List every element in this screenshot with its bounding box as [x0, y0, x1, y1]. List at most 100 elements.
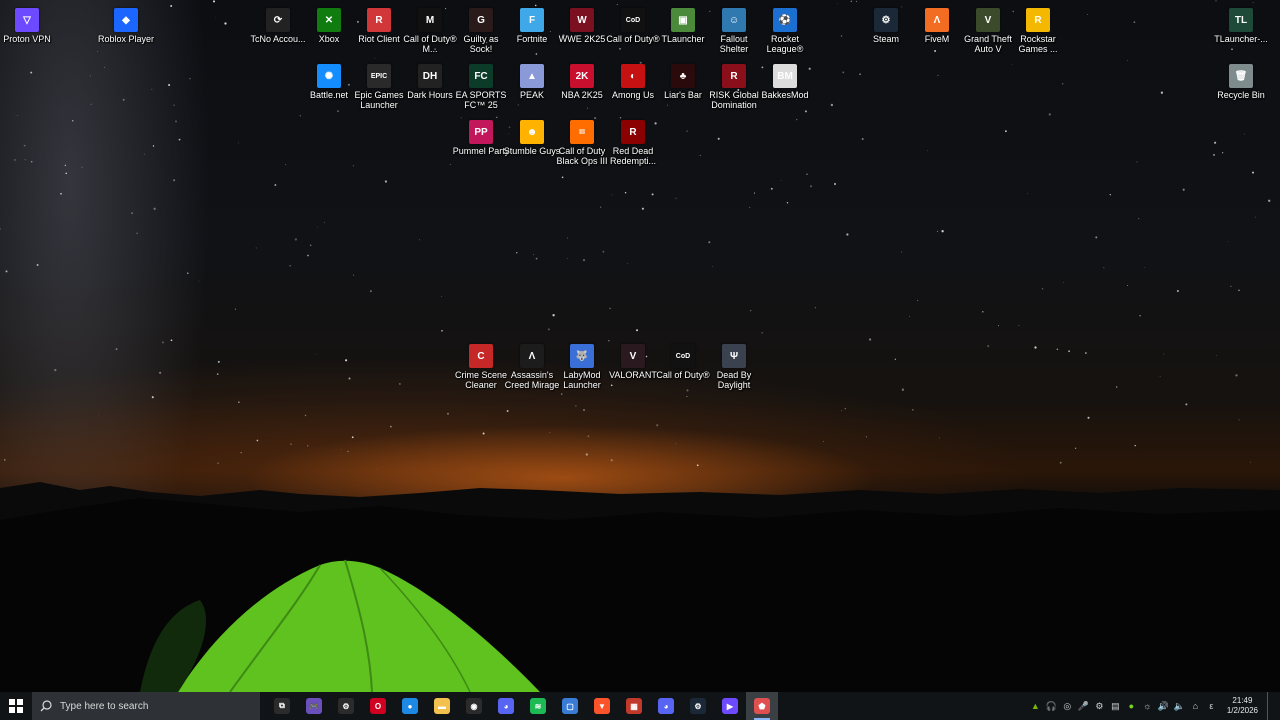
network-icon[interactable]: ▤ — [1109, 700, 1122, 713]
desktop-shortcut[interactable]: ◐ Among Us — [606, 60, 660, 114]
tcno-icon: ⟳ — [266, 8, 290, 32]
desktop-shortcut[interactable]: ▣ TLauncher — [656, 4, 710, 58]
dead-by-daylight-icon: Ψ — [722, 344, 746, 368]
desktop-shortcut[interactable]: ▽ Proton VPN — [0, 4, 54, 58]
desktop-shortcut[interactable]: BM BakkesMod — [758, 60, 812, 114]
desktop-shortcut[interactable]: ✕ Xbox — [302, 4, 356, 58]
black-ops-iii-icon: III — [570, 120, 594, 144]
taskbar-app-task-view[interactable]: ⧉ — [266, 692, 298, 720]
show-desktop-button[interactable] — [1267, 692, 1272, 720]
desktop-shortcut[interactable]: CoD Call of Duty® — [656, 340, 710, 394]
microphone-icon[interactable]: 🎤 — [1077, 700, 1090, 713]
nvidia-icon[interactable]: ▲ — [1029, 700, 1042, 713]
taskbar-app-proton-vpn[interactable]: ▶ — [714, 692, 746, 720]
windows-start-icon — [9, 699, 23, 713]
desktop-shortcut[interactable]: M Call of Duty® M... — [403, 4, 457, 58]
taskbar-app-app-active[interactable]: ⬟ — [746, 692, 778, 720]
start-button[interactable] — [0, 692, 32, 720]
desktop-shortcut[interactable]: R Red Dead Redempti... — [606, 116, 660, 170]
desktop-shortcut[interactable]: EPIC Epic Games Launcher — [352, 60, 406, 114]
clock-time: 21:49 — [1232, 696, 1253, 705]
taskbar-search-box[interactable]: Type here to search — [32, 692, 260, 720]
desktop-shortcut[interactable]: G Guilty as Sock! — [454, 4, 508, 58]
speaker-icon[interactable]: 🔈 — [1173, 700, 1186, 713]
desktop-shortcut-label: Epic Games Launcher — [354, 90, 404, 110]
ea-fc-icon: FC — [469, 64, 493, 88]
desktop-shortcut[interactable]: ☻ Stumble Guys — [504, 116, 560, 170]
taskbar-app-pixel-app[interactable]: ▦ — [618, 692, 650, 720]
taskbar-app-steam[interactable]: ⚙ — [682, 692, 714, 720]
desktop-shortcut[interactable]: V Grand Theft Auto V — [961, 4, 1015, 58]
brightness-icon[interactable]: ☼ — [1141, 700, 1154, 713]
desktop-shortcut[interactable]: ⟳ TcNo Accou... — [250, 4, 306, 58]
taskbar-app-chrome[interactable]: ● — [394, 692, 426, 720]
desktop-shortcut[interactable]: R Rockstar Games ... — [1011, 4, 1065, 58]
desktop-shortcut-label: Dark Hours — [407, 90, 453, 100]
taskbar-app-discord[interactable]: ◕ — [650, 692, 682, 720]
steam-tray-icon[interactable]: ⚙ — [1093, 700, 1106, 713]
fivem-icon: Λ — [925, 8, 949, 32]
desktop-shortcut[interactable]: CoD Call of Duty® — [606, 4, 660, 58]
desktop-shortcut[interactable]: 🐺 LabyMod Launcher — [555, 340, 609, 394]
desktop-shortcut[interactable]: PP Pummel Party — [453, 116, 509, 170]
xbox-icon: ✕ — [317, 8, 341, 32]
desktop-shortcut-label: WWE 2K25 — [558, 34, 606, 44]
wwe-icon: W — [570, 8, 594, 32]
obs-icon: ◉ — [466, 698, 482, 714]
taskbar-app-game-controller[interactable]: 🎮 — [298, 692, 330, 720]
taskbar: Type here to search ⧉ 🎮 ⚙ O ● ▬ ◉ ◕ ≋ ▢ ▼ ▦ ◕ ⚙ ▶ ⬟ ▲ 🎧 ◎… — [0, 692, 1280, 720]
desktop-shortcut-label: Call of Duty® — [656, 370, 710, 380]
desktop-shortcut[interactable]: ▲ PEAK — [505, 60, 559, 114]
desktop-shortcut[interactable]: Λ FiveM — [910, 4, 964, 58]
desktop-shortcut[interactable]: ◆ Roblox Player — [98, 4, 154, 58]
desktop-shortcut[interactable]: 2K NBA 2K25 — [555, 60, 609, 114]
wifi-icon[interactable]: ⌂ — [1189, 700, 1202, 713]
taskbar-app-spotify[interactable]: ≋ — [522, 692, 554, 720]
search-icon — [40, 700, 52, 712]
desktop-shortcut-label: TLauncher — [661, 34, 705, 44]
desktop-shortcut[interactable]: R RISK Global Domination — [707, 60, 761, 114]
search-placeholder: Type here to search — [60, 700, 149, 712]
ac-mirage-icon: Λ — [520, 344, 544, 368]
bakkesmod-icon: BM — [773, 64, 797, 88]
desktop-shortcut[interactable]: TL TLauncher-... — [1214, 4, 1268, 58]
desktop-shortcut[interactable]: Ψ Dead By Daylight — [707, 340, 761, 394]
dark-hours-icon: DH — [418, 64, 442, 88]
desktop-shortcut[interactable]: ☺ Fallout Shelter — [707, 4, 761, 58]
taskbar-app-opera[interactable]: O — [362, 692, 394, 720]
taskbar-app-store-window[interactable]: ▢ — [554, 692, 586, 720]
desktop-shortcut-label: FiveM — [924, 34, 950, 44]
desktop-shortcut[interactable]: C Crime Scene Cleaner — [454, 340, 508, 394]
desktop-shortcut[interactable]: W WWE 2K25 — [555, 4, 609, 58]
language-icon[interactable]: ε — [1205, 700, 1218, 713]
taskbar-app-file-explorer[interactable]: ▬ — [426, 692, 458, 720]
taskbar-app-steelseries[interactable]: ⚙ — [330, 692, 362, 720]
desktop-shortcut[interactable]: DH Dark Hours — [403, 60, 457, 114]
desktop-shortcut[interactable]: ⚙ Steam — [859, 4, 913, 58]
taskbar-app-discord-ptb[interactable]: ◕ — [490, 692, 522, 720]
cod-mobile-icon: M — [418, 8, 442, 32]
desktop-shortcut[interactable]: V VALORANT — [606, 340, 660, 394]
taskbar-app-brave[interactable]: ▼ — [586, 692, 618, 720]
desktop-shortcut[interactable]: FC EA SPORTS FC™ 25 — [454, 60, 508, 114]
volume-icon[interactable]: 🔊 — [1157, 700, 1170, 713]
taskbar-app-obs[interactable]: ◉ — [458, 692, 490, 720]
desktop-shortcut[interactable]: F Fortnite — [505, 4, 559, 58]
battlenet-icon: ✺ — [317, 64, 341, 88]
green-status-icon[interactable]: ● — [1125, 700, 1138, 713]
desktop-shortcut[interactable]: ⚽ Rocket League® — [758, 4, 812, 58]
headset-icon[interactable]: 🎧 — [1045, 700, 1058, 713]
desktop-shortcut[interactable]: 🗑 Recycle Bin — [1214, 60, 1268, 114]
stumble-guys-icon: ☻ — [520, 120, 544, 144]
desktop-shortcut-label: Proton VPN — [3, 34, 51, 44]
desktop-shortcut[interactable]: ♣ Liar's Bar — [656, 60, 710, 114]
system-clock[interactable]: 21:49 1/2/2026 — [1227, 696, 1258, 716]
desktop-shortcut[interactable]: Λ Assassin's Creed Mirage — [505, 340, 559, 394]
desktop-shortcut[interactable]: R Riot Client — [352, 4, 406, 58]
taskbar-pinned-apps: ⧉ 🎮 ⚙ O ● ▬ ◉ ◕ ≋ ▢ ▼ ▦ ◕ ⚙ ▶ ⬟ — [266, 692, 778, 720]
gamebar-icon[interactable]: ◎ — [1061, 700, 1074, 713]
desktop-shortcut[interactable]: III Call of Duty Black Ops III — [555, 116, 609, 170]
desktop-shortcut-label: Dead By Daylight — [716, 370, 752, 390]
desktop-shortcut[interactable]: ✺ Battle.net — [302, 60, 356, 114]
pixel-app-icon: ▦ — [626, 698, 642, 714]
